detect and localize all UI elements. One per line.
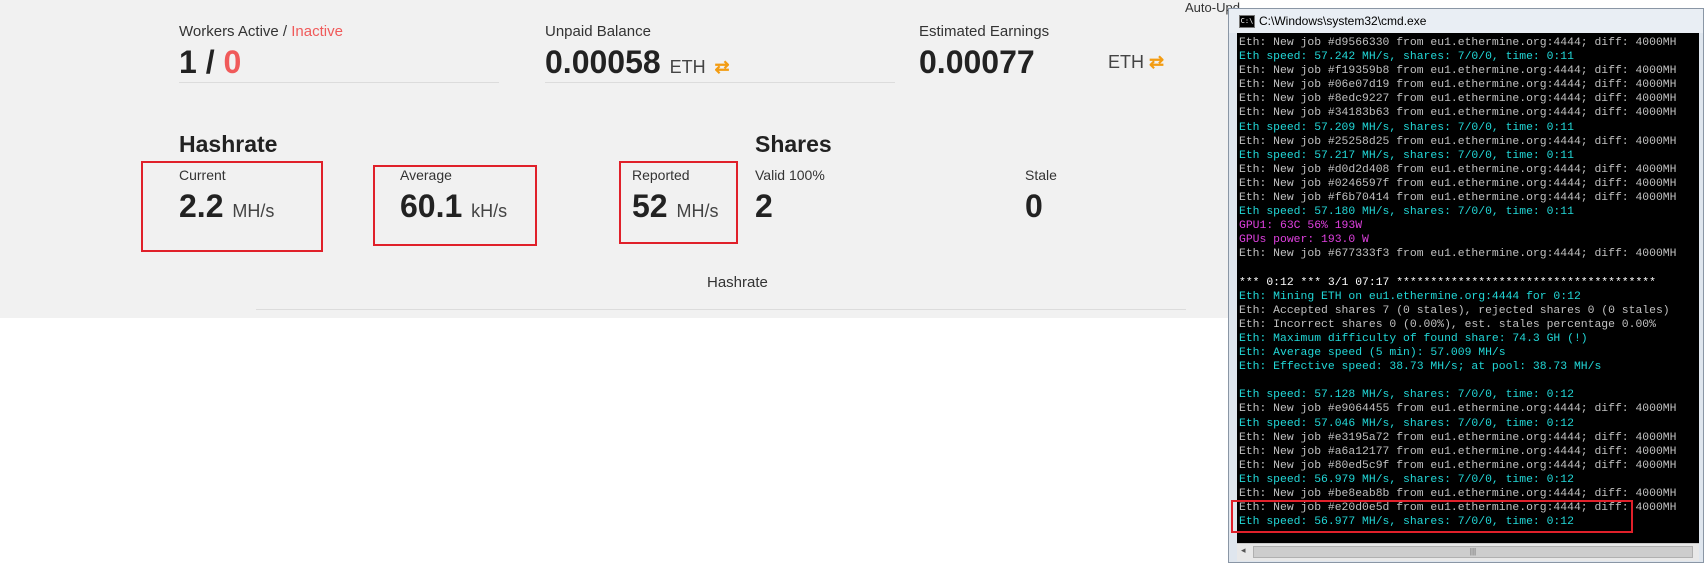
workers-inactive-label: Inactive [291,23,343,40]
console-line: Eth: New job #a6a12177 from eu1.ethermin… [1239,445,1677,458]
console-line: Eth: Accepted shares 7 (0 stales), rejec… [1239,304,1670,317]
console-line: Eth: New job #d0d2d408 from eu1.ethermin… [1239,163,1677,176]
console-line: Eth speed: 57.217 MH/s, shares: 7/0/0, t… [1239,149,1574,162]
currency-swap-icon[interactable]: ⇄ [714,57,729,77]
cmd-app-icon: C:\ [1239,15,1255,28]
cmd-title-text: C:\Windows\system32\cmd.exe [1259,14,1427,28]
cmd-output: Eth: New job #d9566330 from eu1.ethermin… [1239,36,1676,529]
console-line: Eth: New job #f6b70414 from eu1.ethermin… [1239,192,1677,205]
console-line: Eth: New job #34183b63 from eu1.ethermin… [1239,107,1677,120]
shares-stale-label: Stale [1025,167,1057,183]
console-line: Eth: New job #be8eab8b from eu1.ethermin… [1239,488,1677,500]
estimated-earnings-unit: ETH [1108,52,1144,72]
cmd-title-bar[interactable]: C:\ C:\Windows\system32\cmd.exe [1229,9,1703,33]
console-line: Eth: New job #d9566330 from eu1.ethermin… [1239,37,1677,49]
shares-stale-value: 0 [1025,188,1043,224]
cmd-console[interactable]: Eth: New job #d9566330 from eu1.ethermin… [1237,33,1699,543]
unpaid-balance-amount: 0.00058 [545,44,661,80]
workers-inactive-value: 0 [223,44,242,80]
workers-active-label: Workers Active / [179,23,292,40]
console-line: *** 0:12 *** 3/1 07:17 *****************… [1239,276,1656,289]
shares-valid-value: 2 [755,188,773,224]
console-line: Eth: New job #f19359b8 from eu1.ethermin… [1239,65,1677,78]
console-line: Eth speed: 57.180 MH/s, shares: 7/0/0, t… [1239,206,1574,219]
console-line: Eth: New job #e9064455 from eu1.ethermin… [1239,403,1677,416]
unpaid-balance-unit: ETH [669,57,706,77]
divider [179,82,499,83]
cmd-horizontal-scrollbar[interactable]: ◂ ||| [1237,543,1699,561]
unpaid-balance-label: Unpaid Balance [545,23,651,40]
shares-title: Shares [755,131,832,157]
hashrate-chart-heading: Hashrate [707,274,768,291]
console-line: Eth: Incorrect shares 0 (0.00%), est. st… [1239,318,1656,331]
estimated-earnings-label: Estimated Earnings [919,23,1050,40]
highlight-box-cmd-speed [1231,500,1633,533]
scroll-left-icon[interactable]: ◂ [1241,545,1246,556]
workers-active-value: 1 / [179,44,224,80]
estimated-earnings-currency: ETH ⇄ [1108,52,1164,73]
console-line: Eth: New job #677333f3 from eu1.ethermin… [1239,248,1677,261]
console-line: Eth: New job #0246597f from eu1.ethermin… [1239,177,1677,190]
scrollbar-thumb[interactable]: ||| [1253,546,1693,558]
hashrate-title: Hashrate [179,131,278,157]
console-line: Eth speed: 57.128 MH/s, shares: 7/0/0, t… [1239,389,1574,402]
console-line: Eth: Mining ETH on eu1.ethermine.org:444… [1239,290,1581,303]
console-line: Eth speed: 57.242 MH/s, shares: 7/0/0, t… [1239,51,1574,64]
shares-valid-label: Valid 100% [755,167,825,183]
console-line: Eth: Effective speed: 38.73 MH/s; at poo… [1239,361,1602,374]
workers-label: Workers Active / Inactive [179,23,343,40]
pool-dashboard: Auto-Upd Workers Active / Inactive 1 / 0… [0,0,1240,318]
divider [545,82,895,83]
workers-value: 1 / 0 [179,44,241,81]
console-line: GPU1: 63C 56% 193W [1239,220,1363,233]
unpaid-balance-value: 0.00058 ETH ⇄ [545,44,730,81]
console-line: Eth speed: 57.209 MH/s, shares: 7/0/0, t… [1239,121,1574,134]
console-line: Eth: New job #e3195a72 from eu1.ethermin… [1239,431,1677,444]
console-line: Eth speed: 56.979 MH/s, shares: 7/0/0, t… [1239,473,1574,486]
console-line: Eth: Average speed (5 min): 57.009 MH/s [1239,347,1506,360]
console-line: GPUs power: 193.0 W [1239,234,1369,247]
console-line: Eth: New job #80ed5c9f from eu1.ethermin… [1239,459,1677,472]
console-line: Eth: Maximum difficulty of found share: … [1239,332,1588,345]
cmd-window[interactable]: C:\ C:\Windows\system32\cmd.exe Eth: New… [1228,8,1704,563]
estimated-earnings-amount: 0.00077 [919,44,1035,80]
highlight-box-current [141,161,323,252]
console-line: Eth: New job #06e07d19 from eu1.ethermin… [1239,79,1677,92]
console-line: Eth: New job #25258d25 from eu1.ethermin… [1239,135,1677,148]
console-line: Eth: New job #8edc9227 from eu1.ethermin… [1239,93,1677,106]
highlight-box-average [373,165,537,246]
currency-swap-icon[interactable]: ⇄ [1149,52,1164,72]
console-line: Eth speed: 57.046 MH/s, shares: 7/0/0, t… [1239,417,1574,430]
chart-divider [256,309,1186,310]
highlight-box-reported [619,161,738,244]
